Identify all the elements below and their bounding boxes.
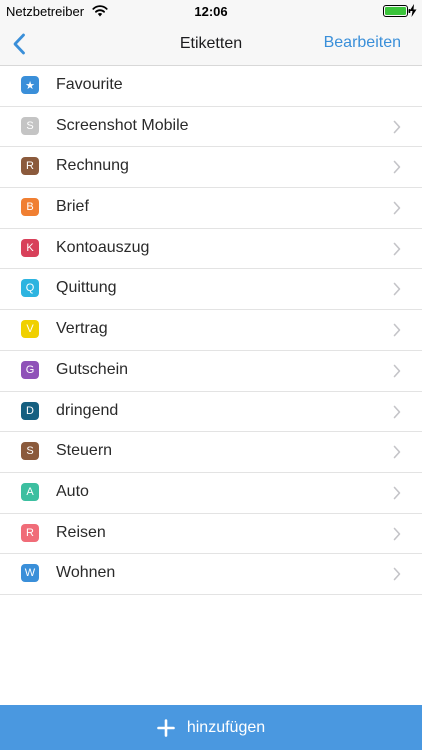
list-item-6[interactable]: V Vertrag bbox=[0, 310, 422, 351]
label-name: Steuern bbox=[56, 442, 113, 460]
label-badge: Q bbox=[21, 279, 39, 298]
list-item-8[interactable]: D dringend bbox=[0, 392, 422, 433]
battery-icon bbox=[383, 5, 411, 17]
status-bar: Netzbetreiber 12:06 bbox=[0, 0, 422, 22]
label-name: dringend bbox=[56, 401, 119, 419]
label-badge: G bbox=[21, 360, 39, 379]
navigation-bar: Etiketten Bearbeiten bbox=[0, 22, 422, 66]
label-name: Favourite bbox=[56, 76, 123, 93]
list-item-2[interactable]: R Rechnung bbox=[0, 147, 422, 189]
label-name: Brief bbox=[56, 198, 89, 216]
label-badge: V bbox=[21, 320, 39, 339]
label-badge: R bbox=[21, 523, 39, 542]
chevron-right-icon bbox=[393, 283, 401, 296]
label-name: Reisen bbox=[56, 523, 106, 541]
chevron-right-icon bbox=[393, 364, 401, 378]
list-item-7[interactable]: G Gutschein bbox=[0, 351, 422, 392]
label-name: Kontoauszug bbox=[56, 238, 150, 256]
plus-icon bbox=[157, 718, 175, 737]
chevron-right-icon bbox=[393, 405, 401, 418]
list-item-3[interactable]: B Brief bbox=[0, 188, 422, 229]
list-item-0[interactable]: ★ Favourite bbox=[0, 66, 422, 107]
label-badge: ★ bbox=[21, 76, 39, 94]
chevron-right-icon bbox=[393, 242, 401, 256]
label-name: Auto bbox=[56, 482, 89, 500]
label-badge: R bbox=[21, 157, 39, 176]
chevron-right-icon bbox=[393, 120, 401, 133]
list-item-4[interactable]: K Kontoauszug bbox=[0, 229, 422, 270]
label-name: Rechnung bbox=[56, 157, 129, 175]
label-list: ★ Favourite S Screenshot Mobile R Rechnu… bbox=[0, 66, 422, 595]
list-item-1[interactable]: S Screenshot Mobile bbox=[0, 107, 422, 148]
label-badge: S bbox=[21, 116, 39, 135]
add-label-button[interactable]: hinzufügen bbox=[0, 705, 422, 750]
chevron-right-icon bbox=[393, 201, 401, 215]
label-badge: D bbox=[21, 401, 39, 420]
label-badge: K bbox=[21, 238, 39, 257]
chevron-right-icon bbox=[393, 567, 401, 581]
chevron-right-icon bbox=[393, 486, 401, 500]
status-time: 12:06 bbox=[194, 4, 228, 19]
label-badge: A bbox=[21, 482, 39, 501]
list-item-10[interactable]: A Auto bbox=[0, 473, 422, 514]
edit-button[interactable]: Bearbeiten bbox=[324, 34, 401, 52]
chevron-right-icon bbox=[393, 161, 401, 174]
chevron-right-icon bbox=[393, 323, 401, 337]
label-badge: S bbox=[21, 442, 39, 461]
chevron-left-icon[interactable] bbox=[12, 33, 26, 55]
label-badge: B bbox=[21, 198, 39, 217]
list-item-12[interactable]: W Wohnen bbox=[0, 554, 422, 595]
list-item-9[interactable]: S Steuern bbox=[0, 432, 422, 473]
label-name: Gutschein bbox=[56, 360, 129, 378]
label-name: Vertrag bbox=[56, 320, 108, 338]
charging-icon bbox=[409, 4, 417, 17]
label-name: Screenshot Mobile bbox=[56, 116, 189, 134]
label-name: Quittung bbox=[56, 279, 117, 297]
add-label-text: hinzufügen bbox=[186, 718, 266, 736]
label-badge: W bbox=[21, 564, 39, 583]
chevron-right-icon bbox=[393, 527, 401, 540]
list-item-5[interactable]: Q Quittung bbox=[0, 269, 422, 311]
chevron-right-icon bbox=[393, 445, 401, 459]
label-name: Wohnen bbox=[56, 564, 116, 582]
list-item-11[interactable]: R Reisen bbox=[0, 514, 422, 555]
